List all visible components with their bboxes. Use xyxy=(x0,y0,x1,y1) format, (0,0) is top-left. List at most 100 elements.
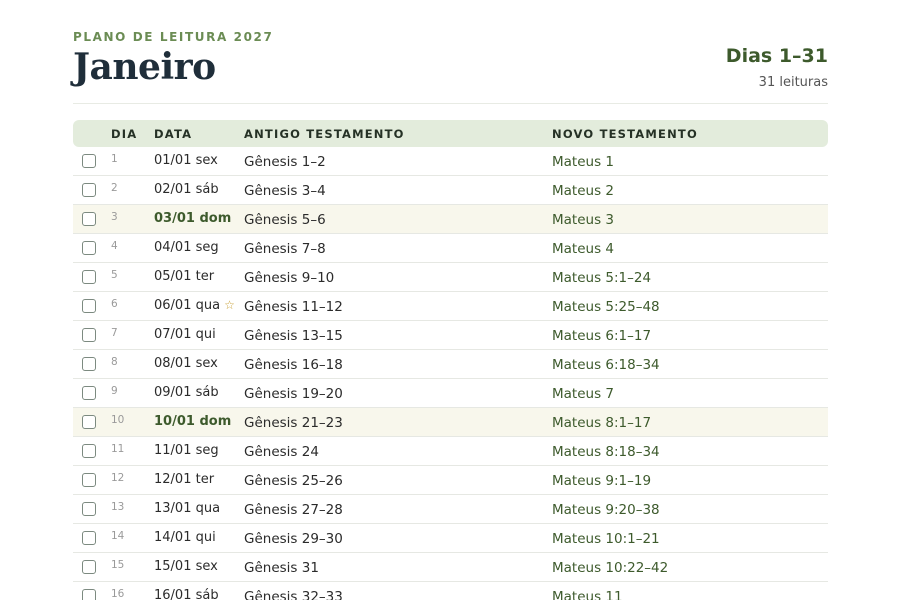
day-number: 7 xyxy=(111,327,118,339)
old-testament-reading: Gênesis 31 xyxy=(244,560,319,576)
old-testament-reading: Gênesis 9–10 xyxy=(244,270,335,286)
table-row: 1 01/01 sex Gênesis 1–2 Mateus 1 xyxy=(73,147,828,176)
new-testament-reading: Mateus 9:1–19 xyxy=(552,473,652,489)
old-testament-reading: Gênesis 16–18 xyxy=(244,357,343,373)
checkbox-icon[interactable] xyxy=(82,212,96,226)
reading-date: 14/01 qui xyxy=(154,530,216,545)
readings-count: 31 leituras xyxy=(758,75,828,90)
day-number: 12 xyxy=(111,472,125,484)
reading-date-cell: 10/01 dom xyxy=(154,414,231,429)
table-header: DIA DATA ANTIGO TESTAMENTO NOVO TESTAMEN… xyxy=(73,120,828,147)
reading-date-cell: 15/01 sex xyxy=(154,559,218,574)
column-header-data: DATA xyxy=(154,127,193,141)
table-row: 10 10/01 dom Gênesis 21–23 Mateus 8:1–17 xyxy=(73,408,828,437)
reading-date: 03/01 dom xyxy=(154,211,232,226)
old-testament-reading: Gênesis 1–2 xyxy=(244,154,326,170)
day-number: 11 xyxy=(111,443,125,455)
checkbox-icon[interactable] xyxy=(82,386,96,400)
new-testament-reading: Mateus 11 xyxy=(552,589,623,600)
old-testament-reading: Gênesis 27–28 xyxy=(244,502,343,518)
new-testament-reading: Mateus 2 xyxy=(552,183,614,199)
new-testament-reading: Mateus 8:1–17 xyxy=(552,415,652,431)
checkbox-icon[interactable] xyxy=(82,415,96,429)
page-header: PLANO DE LEITURA 2027 Janeiro Dias 1–31 … xyxy=(73,0,828,104)
table-row: 4 04/01 seg Gênesis 7–8 Mateus 4 xyxy=(73,234,828,263)
checkbox-icon[interactable] xyxy=(82,502,96,516)
day-number: 16 xyxy=(111,588,125,600)
checkbox-icon[interactable] xyxy=(82,270,96,284)
checkbox-icon[interactable] xyxy=(82,241,96,255)
page-title: Janeiro xyxy=(73,46,216,88)
day-number: 4 xyxy=(111,240,118,252)
reading-table-body: 1 01/01 sex Gênesis 1–2 Mateus 1 2 02/01 sáb G… xyxy=(73,147,828,600)
reading-date: 01/01 sex xyxy=(154,153,218,168)
checkbox-icon[interactable] xyxy=(82,560,96,574)
new-testament-reading: Mateus 3 xyxy=(552,212,614,228)
checkbox-icon[interactable] xyxy=(82,328,96,342)
reading-date-cell: 09/01 sáb xyxy=(154,385,219,400)
reading-date: 05/01 ter xyxy=(154,269,215,284)
reading-date-cell: 06/01 qua ☆ xyxy=(154,298,235,313)
old-testament-reading: Gênesis 13–15 xyxy=(244,328,343,344)
table-row: 9 09/01 sáb Gênesis 19–20 Mateus 7 xyxy=(73,379,828,408)
old-testament-reading: Gênesis 5–6 xyxy=(244,212,326,228)
reading-date-cell: 14/01 qui xyxy=(154,530,216,545)
old-testament-reading: Gênesis 24 xyxy=(244,444,319,460)
old-testament-reading: Gênesis 7–8 xyxy=(244,241,326,257)
table-row: 13 13/01 qua Gênesis 27–28 Mateus 9:20–38 xyxy=(73,495,828,524)
reading-date: 06/01 qua xyxy=(154,298,221,313)
checkbox-icon[interactable] xyxy=(82,473,96,487)
table-row: 14 14/01 qui Gênesis 29–30 Mateus 10:1–21 xyxy=(73,524,828,553)
old-testament-reading: Gênesis 29–30 xyxy=(244,531,343,547)
reading-date-cell: 12/01 ter xyxy=(154,472,214,487)
reading-date: 08/01 sex xyxy=(154,356,218,371)
day-number: 6 xyxy=(111,298,118,310)
reading-date: 04/01 seg xyxy=(154,240,219,255)
new-testament-reading: Mateus 1 xyxy=(552,154,614,170)
old-testament-reading: Gênesis 32–33 xyxy=(244,589,343,600)
reading-date: 02/01 sáb xyxy=(154,182,219,197)
day-number: 13 xyxy=(111,501,125,513)
reading-date-cell: 05/01 ter xyxy=(154,269,214,284)
checkbox-icon[interactable] xyxy=(82,444,96,458)
day-number: 1 xyxy=(111,153,118,165)
checkbox-icon[interactable] xyxy=(82,357,96,371)
table-row: 11 11/01 seg Gênesis 24 Mateus 8:18–34 xyxy=(73,437,828,466)
reading-date: 15/01 sex xyxy=(154,559,218,574)
new-testament-reading: Mateus 4 xyxy=(552,241,614,257)
table-row: 7 07/01 qui Gênesis 13–15 Mateus 6:1–17 xyxy=(73,321,828,350)
old-testament-reading: Gênesis 25–26 xyxy=(244,473,343,489)
column-header-dia: DIA xyxy=(111,127,138,141)
checkbox-icon[interactable] xyxy=(82,531,96,545)
day-number: 10 xyxy=(111,414,125,426)
reading-date-cell: 16/01 sáb xyxy=(154,588,219,600)
table-row: 5 05/01 ter Gênesis 9–10 Mateus 5:1–24 xyxy=(73,263,828,292)
day-number: 8 xyxy=(111,356,118,368)
day-number: 14 xyxy=(111,530,125,542)
old-testament-reading: Gênesis 21–23 xyxy=(244,415,343,431)
table-row: 15 15/01 sex Gênesis 31 Mateus 10:22–42 xyxy=(73,553,828,582)
checkbox-icon[interactable] xyxy=(82,299,96,313)
reading-date-cell: 11/01 seg xyxy=(154,443,219,458)
checkbox-icon[interactable] xyxy=(82,589,96,600)
reading-date: 13/01 qua xyxy=(154,501,221,516)
reading-plan-page: PLANO DE LEITURA 2027 Janeiro Dias 1–31 … xyxy=(73,0,828,600)
reading-date: 16/01 sáb xyxy=(154,588,219,600)
reading-date-cell: 07/01 qui xyxy=(154,327,216,342)
plan-eyebrow: PLANO DE LEITURA 2027 xyxy=(73,30,274,44)
table-row: 3 03/01 dom Gênesis 5–6 Mateus 3 xyxy=(73,205,828,234)
new-testament-reading: Mateus 10:1–21 xyxy=(552,531,660,547)
new-testament-reading: Mateus 6:18–34 xyxy=(552,357,660,373)
new-testament-reading: Mateus 8:18–34 xyxy=(552,444,660,460)
reading-date: 10/01 dom xyxy=(154,414,232,429)
day-number: 2 xyxy=(111,182,118,194)
reading-date-cell: 01/01 sex xyxy=(154,153,218,168)
table-row: 6 06/01 qua ☆ Gênesis 11–12 Mateus 5:25–48 xyxy=(73,292,828,321)
reading-date: 12/01 ter xyxy=(154,472,215,487)
checkbox-icon[interactable] xyxy=(82,183,96,197)
table-row: 8 08/01 sex Gênesis 16–18 Mateus 6:18–34 xyxy=(73,350,828,379)
reading-date-cell: 04/01 seg xyxy=(154,240,219,255)
table-row: 2 02/01 sáb Gênesis 3–4 Mateus 2 xyxy=(73,176,828,205)
checkbox-icon[interactable] xyxy=(82,154,96,168)
new-testament-reading: Mateus 5:25–48 xyxy=(552,299,660,315)
